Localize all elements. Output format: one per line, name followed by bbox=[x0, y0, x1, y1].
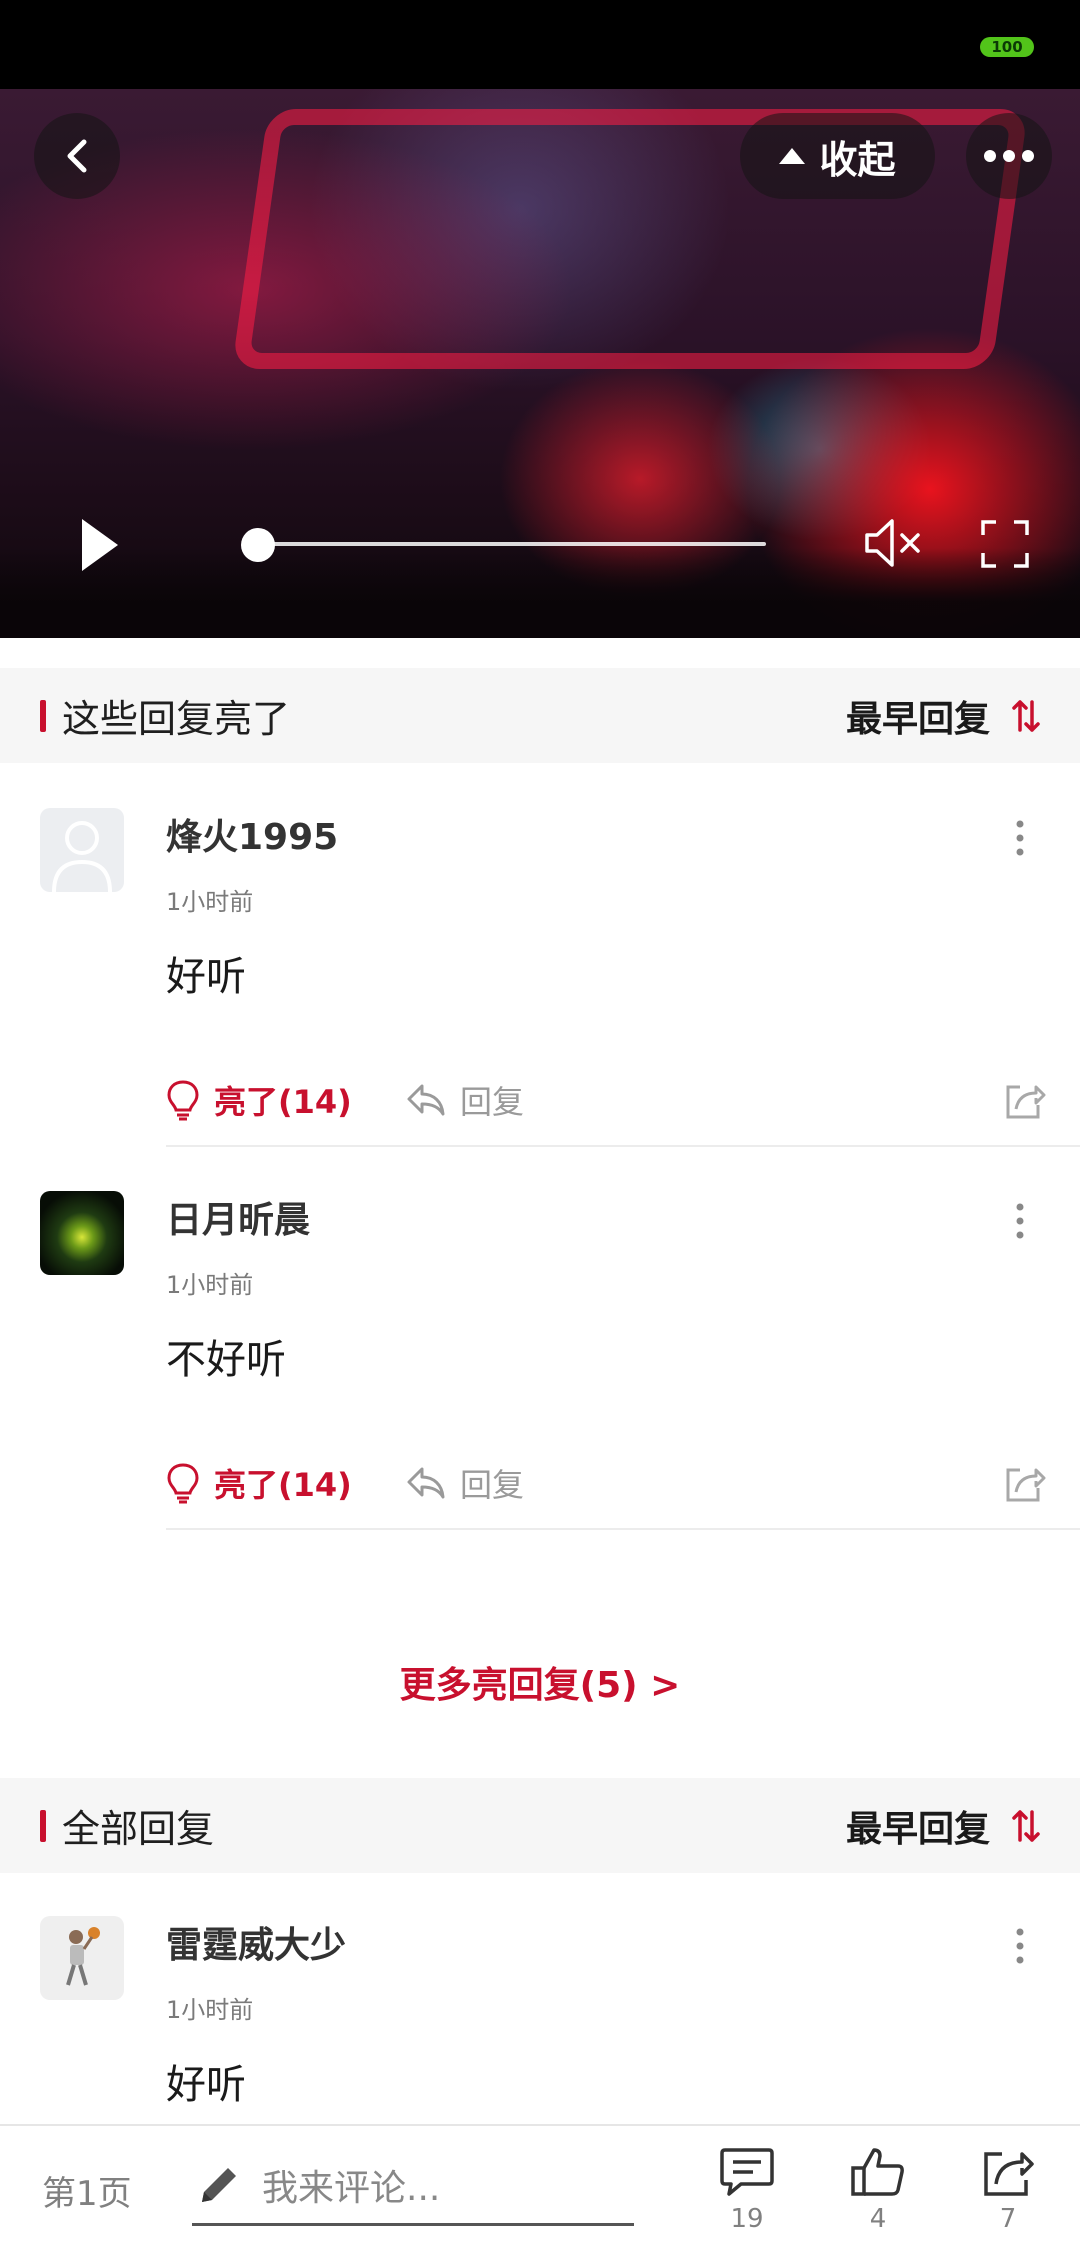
progress-track[interactable] bbox=[258, 542, 766, 546]
timestamp: 1小时前 bbox=[166, 1271, 254, 1299]
username[interactable]: 日月昕晨 bbox=[166, 1191, 310, 1243]
divider bbox=[166, 1145, 1080, 1147]
chevron-left-icon bbox=[67, 139, 87, 173]
kebab-menu-icon[interactable] bbox=[1010, 1926, 1030, 1966]
divider bbox=[166, 1528, 1080, 1530]
username[interactable]: 雷霆威大少 bbox=[166, 1916, 346, 1968]
username[interactable]: 烽火1995 bbox=[166, 808, 338, 860]
status-bar: 100 bbox=[0, 0, 1080, 89]
timestamp: 1小时前 bbox=[166, 888, 254, 916]
collapse-label: 收起 bbox=[819, 137, 896, 182]
pencil-icon bbox=[202, 2167, 236, 2202]
comment-bubble-icon bbox=[720, 2148, 774, 2196]
triangle-up-icon bbox=[779, 148, 806, 164]
section-title: 这些回复亮了 bbox=[62, 697, 291, 741]
comment-text: 不好听 bbox=[166, 1337, 286, 1383]
share-icon bbox=[1006, 1468, 1046, 1502]
section-accent-bar bbox=[40, 699, 46, 732]
reply-arrow-icon bbox=[407, 1467, 445, 1499]
light-label: 亮了(14) bbox=[214, 1083, 352, 1121]
sort-label: 最早回复 bbox=[845, 1808, 990, 1850]
kebab-menu-icon[interactable] bbox=[1010, 818, 1030, 858]
light-button[interactable]: 亮了(14) bbox=[166, 1453, 352, 1513]
section-title-wrapper: 全部回复 bbox=[40, 1798, 214, 1853]
collapse-video-button[interactable]: 收起 bbox=[740, 113, 935, 199]
light-label: 亮了(14) bbox=[214, 1466, 352, 1504]
avatar[interactable] bbox=[40, 1916, 124, 2000]
reply-arrow-icon bbox=[407, 1084, 445, 1116]
sort-arrows-icon bbox=[1012, 1809, 1040, 1842]
page-indicator[interactable]: 第1页 bbox=[42, 2166, 132, 2215]
light-button[interactable]: 亮了(14) bbox=[166, 1070, 352, 1130]
comments-button[interactable]: 19 bbox=[702, 2146, 792, 2234]
section-title-wrapper: 这些回复亮了 bbox=[40, 688, 290, 743]
default-user-icon bbox=[52, 821, 112, 892]
comment-text: 好听 bbox=[166, 2062, 246, 2108]
comment-count: 19 bbox=[730, 2204, 764, 2234]
sort-arrows-icon bbox=[1012, 699, 1040, 732]
progress-thumb[interactable] bbox=[241, 528, 275, 562]
basketball-player-icon bbox=[66, 1927, 100, 1986]
reply-label: 回复 bbox=[460, 1466, 525, 1504]
comment-input-placeholder: 我来评论... bbox=[262, 2167, 441, 2209]
kebab-menu-icon[interactable] bbox=[1010, 1201, 1030, 1241]
more-options-button[interactable] bbox=[966, 113, 1052, 199]
battery-indicator: 100 bbox=[980, 37, 1034, 57]
share-button[interactable] bbox=[1004, 1453, 1046, 1513]
share-button[interactable] bbox=[1004, 1070, 1046, 1130]
avatar[interactable] bbox=[40, 1191, 124, 1275]
video-controls bbox=[0, 509, 1080, 579]
comment-input[interactable]: 我来评论... bbox=[192, 2146, 634, 2226]
sort-toggle[interactable]: 最早回复 bbox=[846, 690, 1040, 742]
all-replies-header: 全部回复 最早回复 bbox=[0, 1778, 1080, 1873]
video-player[interactable]: 收起 bbox=[0, 89, 1080, 638]
lightbulb-icon bbox=[167, 1463, 199, 1504]
comment-actions: 亮了(14) 回复 bbox=[166, 1070, 1046, 1130]
reply-label: 回复 bbox=[460, 1083, 525, 1121]
share-bottom-button[interactable]: 7 bbox=[963, 2146, 1053, 2234]
back-button[interactable] bbox=[34, 113, 120, 199]
section-title: 全部回复 bbox=[62, 1807, 215, 1851]
sort-label: 最早回复 bbox=[845, 698, 990, 740]
share-icon bbox=[984, 2152, 1034, 2196]
share-icon bbox=[1006, 1085, 1046, 1119]
fullscreen-icon[interactable] bbox=[980, 519, 1030, 569]
bottom-bar: 第1页 我来评论... 19 4 7 bbox=[0, 2124, 1080, 2248]
thumbs-up-icon bbox=[851, 2148, 904, 2196]
like-count: 4 bbox=[869, 2204, 887, 2234]
avatar[interactable] bbox=[40, 808, 124, 892]
reply-button[interactable]: 回复 bbox=[406, 1453, 524, 1513]
timestamp: 1小时前 bbox=[166, 1996, 254, 2024]
like-button[interactable]: 4 bbox=[833, 2146, 923, 2234]
lightbulb-icon bbox=[167, 1080, 199, 1121]
play-icon[interactable] bbox=[80, 517, 120, 573]
more-highlight-replies-link[interactable]: 更多亮回复(5) > bbox=[0, 1656, 1080, 1708]
highlight-replies-header: 这些回复亮了 最早回复 bbox=[0, 668, 1080, 763]
comment-actions: 亮了(14) 回复 bbox=[166, 1453, 1046, 1513]
reply-button[interactable]: 回复 bbox=[406, 1070, 524, 1130]
share-count: 7 bbox=[999, 2204, 1017, 2234]
mute-icon[interactable] bbox=[864, 517, 924, 569]
more-dots-icon bbox=[984, 150, 1034, 162]
section-accent-bar bbox=[40, 1809, 46, 1842]
sort-toggle[interactable]: 最早回复 bbox=[846, 1800, 1040, 1852]
page: 100 收起 这些回复亮了 最早回复 烽火1995 1小时前 好听 亮了(14)… bbox=[0, 0, 1080, 2248]
comment-text: 好听 bbox=[166, 954, 246, 1000]
